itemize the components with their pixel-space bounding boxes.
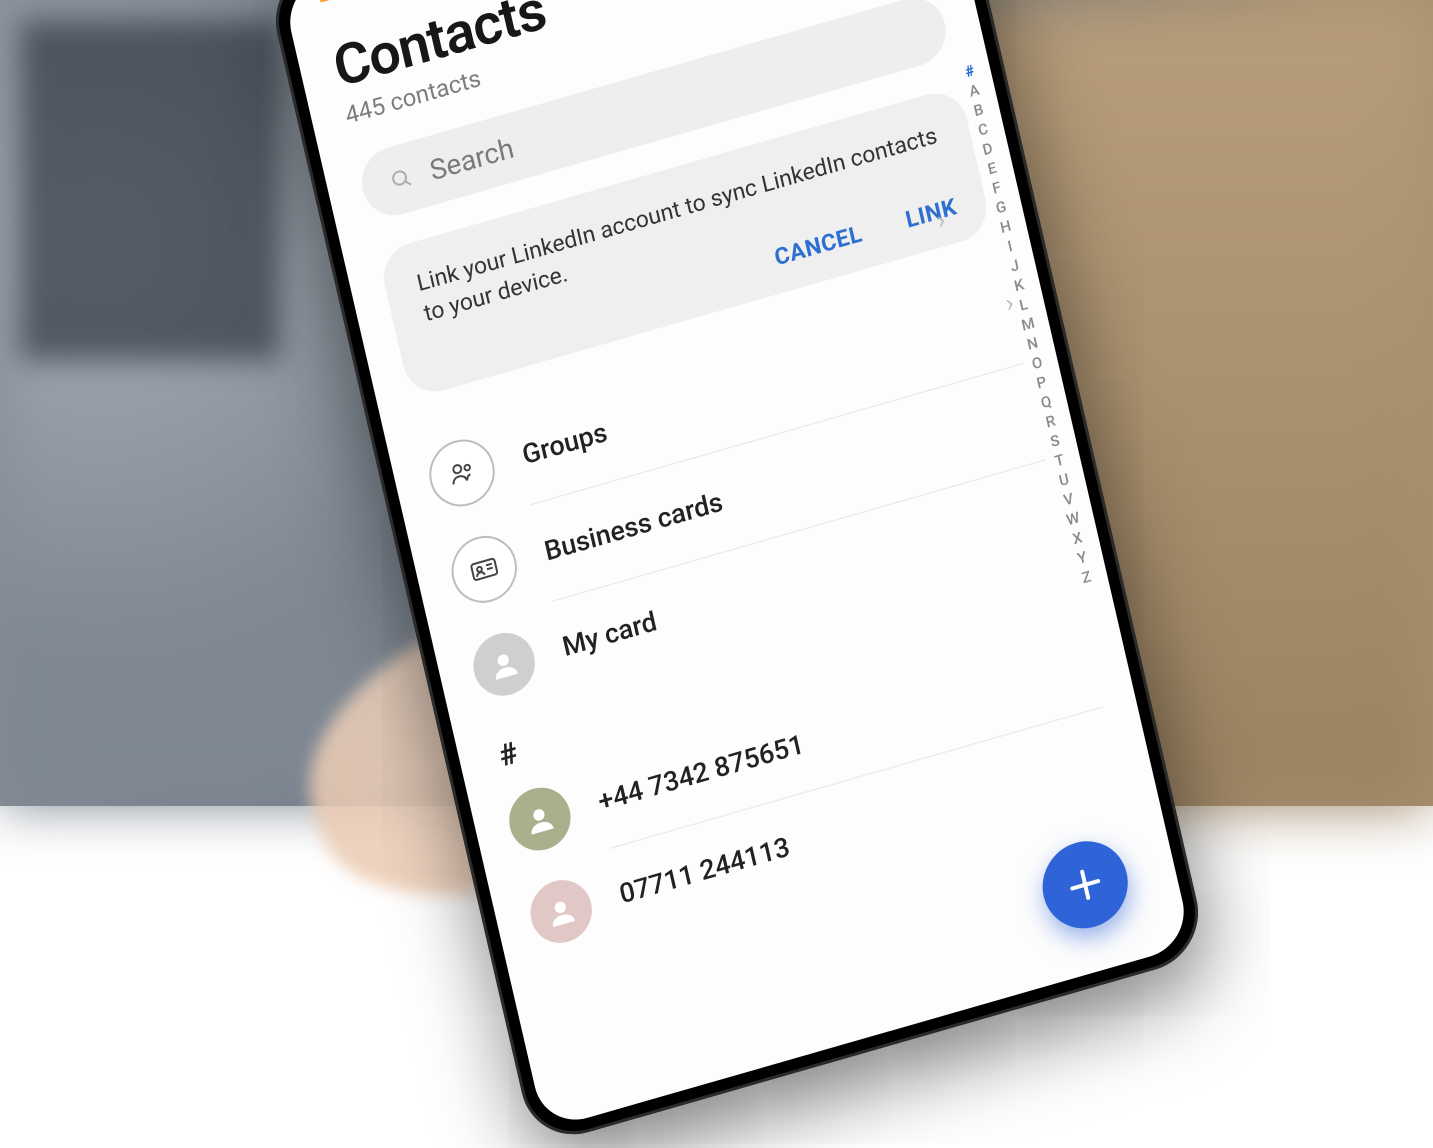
index-letter[interactable]: U bbox=[1057, 470, 1071, 490]
index-letter[interactable]: N bbox=[1025, 333, 1039, 353]
index-letter[interactable]: K bbox=[1012, 275, 1025, 295]
index-letter[interactable]: A bbox=[967, 80, 981, 100]
index-letter[interactable]: D bbox=[981, 139, 994, 159]
index-letter[interactable]: G bbox=[994, 197, 1008, 217]
index-letter[interactable]: S bbox=[1049, 431, 1062, 451]
index-letter[interactable]: V bbox=[1062, 489, 1075, 509]
index-letter[interactable]: J bbox=[1009, 256, 1021, 276]
index-letter[interactable]: L bbox=[1018, 295, 1030, 315]
my-card-label: My card bbox=[559, 605, 659, 663]
business-cards-label: Business cards bbox=[541, 486, 725, 568]
index-letter[interactable]: X bbox=[1071, 528, 1084, 548]
index-letter[interactable]: H bbox=[998, 217, 1012, 237]
index-letter[interactable]: B bbox=[972, 100, 985, 120]
index-letter[interactable]: C bbox=[976, 119, 989, 139]
index-letter[interactable]: T bbox=[1053, 450, 1066, 470]
cancel-button[interactable]: CANCEL bbox=[772, 220, 865, 271]
index-letter[interactable]: E bbox=[986, 159, 998, 179]
plus-icon bbox=[1061, 860, 1109, 910]
search-placeholder: Search bbox=[427, 131, 517, 187]
index-letter[interactable]: P bbox=[1035, 372, 1048, 392]
contact-name: 07711 244113 bbox=[616, 831, 792, 911]
avatar-placeholder-icon bbox=[503, 780, 577, 857]
index-letter[interactable]: R bbox=[1044, 411, 1057, 431]
index-letter[interactable]: I bbox=[1006, 237, 1014, 256]
groups-icon bbox=[423, 432, 501, 514]
index-letter[interactable]: F bbox=[991, 178, 1003, 198]
groups-label: Groups bbox=[519, 416, 610, 471]
avatar-placeholder-icon bbox=[467, 626, 541, 703]
index-letter[interactable]: O bbox=[1030, 353, 1044, 373]
index-letter[interactable]: # bbox=[963, 61, 976, 81]
avatar-placeholder-icon bbox=[524, 873, 598, 950]
link-button[interactable]: LINK bbox=[903, 193, 959, 234]
index-letter[interactable]: Z bbox=[1080, 567, 1093, 587]
add-contact-fab[interactable] bbox=[1034, 831, 1136, 938]
search-icon bbox=[387, 164, 416, 194]
index-letter[interactable]: Q bbox=[1039, 392, 1053, 412]
business-card-icon bbox=[445, 528, 523, 610]
index-letter[interactable]: Y bbox=[1076, 548, 1089, 568]
